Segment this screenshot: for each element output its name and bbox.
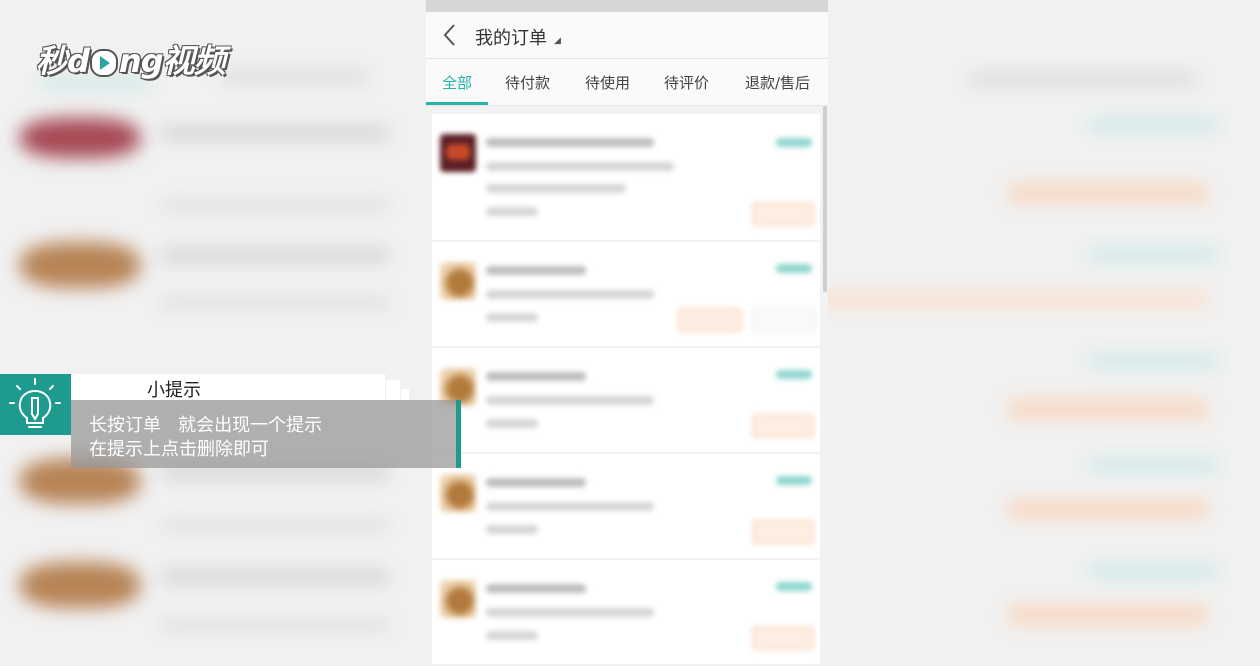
order-thumbnail (440, 134, 476, 172)
tip-decoration (386, 380, 400, 400)
order-action-button[interactable] (752, 626, 814, 650)
order-list (432, 114, 820, 666)
order-status-badge (776, 370, 812, 379)
tab-refund-aftersale[interactable]: 退款/售后 (745, 72, 810, 93)
tab-to-review[interactable]: 待评价 (664, 72, 709, 93)
tip-icon-box (0, 374, 71, 435)
active-tab-indicator (426, 102, 488, 105)
phone-screen: 我的订单 ◢ 全部 待付款 待使用 待评价 退款/售后 (426, 0, 828, 666)
order-thumbnail (440, 474, 476, 512)
title-bar: 我的订单 ◢ (426, 12, 828, 59)
dropdown-caret-icon[interactable]: ◢ (554, 36, 561, 46)
tip-title: 小提示 (147, 380, 201, 401)
order-status-badge (776, 476, 812, 485)
order-action-button[interactable] (752, 202, 814, 226)
order-status-badge (776, 138, 812, 147)
tip-header: 小提示 (71, 374, 385, 401)
order-tabs: 全部 待付款 待使用 待评价 退款/售后 (426, 59, 828, 106)
watermark-logo: 秒d ng视频 (36, 42, 226, 80)
order-status-badge (776, 264, 812, 273)
lightbulb-pencil-icon (9, 378, 61, 428)
order-card[interactable] (432, 560, 820, 664)
scrollbar[interactable] (823, 106, 827, 292)
order-thumbnail (440, 580, 476, 618)
order-action-button[interactable] (752, 414, 814, 438)
order-status-badge (776, 582, 812, 591)
blurred-background-right (828, 0, 1260, 666)
order-card[interactable] (432, 454, 820, 558)
tip-body: 长按订单 就会出现一个提示 在提示上点击删除即可 (71, 400, 456, 468)
blurred-background-left (0, 0, 426, 666)
page-title[interactable]: 我的订单 (475, 24, 547, 50)
tab-pending-payment[interactable]: 待付款 (505, 72, 550, 93)
tip-decoration (401, 389, 409, 400)
tab-all[interactable]: 全部 (442, 72, 472, 93)
order-card[interactable] (432, 114, 820, 240)
chevron-left-icon[interactable] (438, 22, 462, 48)
order-thumbnail (440, 262, 476, 300)
tip-line-2: 在提示上点击删除即可 (89, 439, 269, 460)
tip-line-1: 长按订单 就会出现一个提示 (89, 415, 323, 436)
order-card[interactable] (432, 348, 820, 452)
play-icon (89, 49, 118, 77)
tab-to-use[interactable]: 待使用 (585, 72, 630, 93)
order-secondary-button[interactable] (752, 308, 816, 332)
order-card[interactable] (432, 242, 820, 346)
tip-accent-bar (456, 400, 461, 468)
order-action-button[interactable] (752, 520, 814, 544)
order-action-button[interactable] (678, 308, 742, 332)
status-bar (426, 0, 828, 12)
